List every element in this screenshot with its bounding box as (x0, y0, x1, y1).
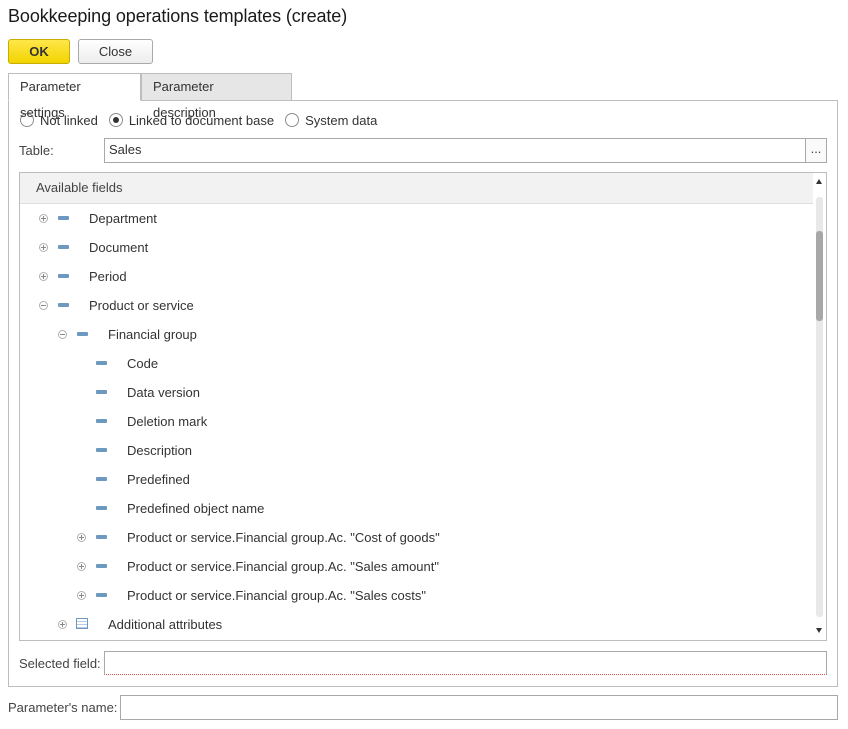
attribute-icon (96, 361, 107, 365)
tree-row-label: Deletion mark (127, 414, 208, 429)
tree-row-label: Product or service.Financial group.Ac. "… (127, 559, 439, 574)
tree-row-label: Product or service.Financial group.Ac. "… (127, 588, 426, 603)
tab-parameter-description[interactable]: Parameter description (141, 73, 292, 120)
tree-row-label: Document (89, 240, 149, 255)
tree-row-label: Predefined (127, 472, 190, 487)
tree-row-ac-sales-amount[interactable]: Product or service.Financial group.Ac. "… (20, 552, 813, 581)
attribute-icon (96, 535, 107, 539)
tree-row-label: Additional attributes (108, 617, 223, 632)
radio-system-data[interactable]: System data (285, 113, 377, 128)
tree-row-ac-cost-of-goods[interactable]: Product or service.Financial group.Ac. "… (20, 523, 813, 552)
tree-row-additional-attributes[interactable]: Additional attributes (20, 610, 813, 639)
tree-scrollbar[interactable] (813, 173, 826, 640)
tree-row-label: Code (127, 356, 159, 371)
tree-row-period[interactable]: Period (20, 262, 813, 291)
radio-label: Linked to document base (128, 112, 275, 128)
link-mode-radio-group: Not linked Linked to document base Syste… (20, 111, 388, 129)
attribute-icon (96, 506, 107, 510)
selected-field-label: Selected field: (19, 656, 101, 671)
ok-button[interactable]: OK (8, 39, 70, 64)
tree-row-label: Product or service (89, 298, 194, 313)
expand-icon[interactable] (77, 591, 86, 600)
attribute-icon (96, 390, 107, 394)
expand-icon[interactable] (77, 533, 86, 542)
radio-linked-to-document-base[interactable]: Linked to document base (108, 112, 275, 128)
parameter-name-label: Parameter's name: (8, 700, 118, 715)
scroll-up-arrow-icon[interactable] (816, 179, 822, 184)
attribute-icon (96, 564, 107, 568)
tree-row-predefined[interactable]: Predefined (20, 465, 813, 494)
available-fields-tree: Available fields Department Document Per… (19, 172, 827, 641)
tree-row-label: Data version (127, 385, 200, 400)
table-choose-button[interactable]: ... (805, 138, 827, 163)
attribute-icon (58, 216, 69, 220)
attribute-icon (77, 332, 88, 336)
tab-parameter-settings[interactable]: Parameter settings (8, 73, 141, 120)
tree-row-ac-sales-costs[interactable]: Product or service.Financial group.Ac. "… (20, 581, 813, 610)
window-title: Bookkeeping operations templates (create… (8, 6, 348, 26)
radio-label: System data (305, 112, 378, 128)
attribute-icon (96, 448, 107, 452)
expand-icon[interactable] (39, 214, 48, 223)
parameter-name-input[interactable] (120, 695, 838, 720)
tree-row-label: Description (127, 443, 193, 458)
tree-row-label: Financial group (108, 327, 197, 342)
attribute-icon (96, 477, 107, 481)
attribute-icon (96, 593, 107, 597)
tree-row-department[interactable]: Department (20, 204, 813, 233)
table-label: Table: (19, 143, 54, 158)
collapse-icon[interactable] (39, 301, 48, 310)
tree-row-product-or-service[interactable]: Product or service (20, 291, 813, 320)
expand-icon[interactable] (77, 562, 86, 571)
attribute-icon (96, 419, 107, 423)
close-button[interactable]: Close (78, 39, 153, 64)
tree-row-label: Product or service.Financial group.Ac. "… (127, 530, 440, 545)
table-input[interactable]: Sales (104, 138, 806, 163)
radio-indicator[interactable] (285, 113, 300, 127)
selected-field-input[interactable] (104, 651, 827, 675)
tree-row-data-version[interactable]: Data version (20, 378, 813, 407)
tree-row-description[interactable]: Description (20, 436, 813, 465)
tree-row-label: Department (89, 211, 157, 226)
radio-indicator[interactable] (108, 113, 123, 127)
expand-icon[interactable] (58, 620, 67, 629)
tree-row-deletion-mark[interactable]: Deletion mark (20, 407, 813, 436)
scroll-thumb[interactable] (816, 231, 823, 321)
tree-header: Available fields (20, 173, 813, 204)
tree-row-predefined-object-name[interactable]: Predefined object name (20, 494, 813, 523)
attribute-icon (58, 303, 69, 307)
tree-row-label: Period (89, 269, 127, 284)
expand-icon[interactable] (39, 243, 48, 252)
tree-row-label: Predefined object name (127, 501, 265, 516)
attribute-icon (58, 245, 69, 249)
tree-row-code[interactable]: Code (20, 349, 813, 378)
scroll-down-arrow-icon[interactable] (816, 628, 822, 633)
collapse-icon[interactable] (58, 330, 67, 339)
table-icon (76, 618, 88, 629)
expand-icon[interactable] (39, 272, 48, 281)
attribute-icon (58, 274, 69, 278)
tree-row-financial-group[interactable]: Financial group (20, 320, 813, 349)
tree-row-document[interactable]: Document (20, 233, 813, 262)
